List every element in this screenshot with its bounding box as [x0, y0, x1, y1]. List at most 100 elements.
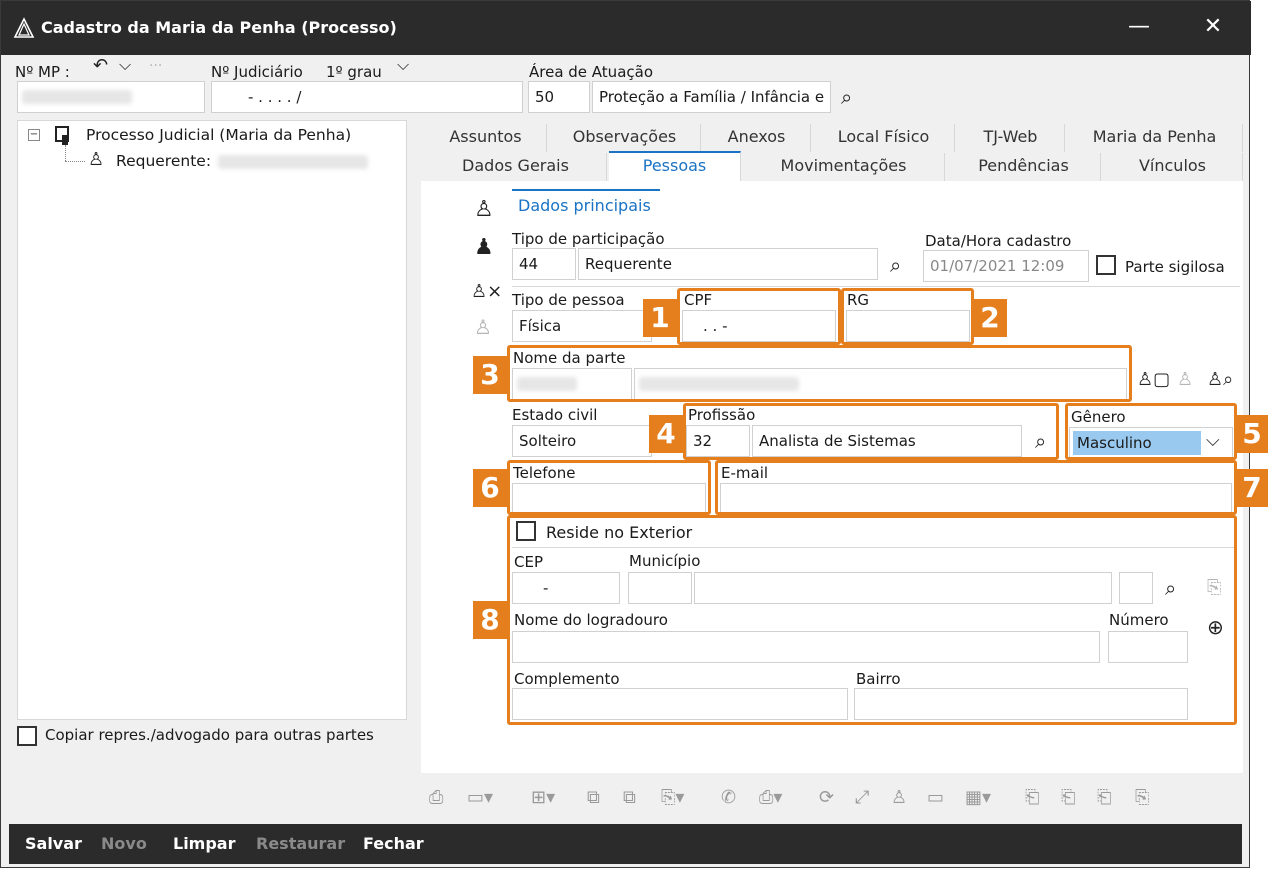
parte-sigilosa-label: Parte sigilosa [1125, 258, 1225, 276]
callout-box-endereco [507, 515, 1237, 725]
callout-7: 7 [1235, 469, 1268, 507]
estado-civil-input[interactable]: Solteiro [512, 425, 652, 457]
area-label: Área de Atuação [529, 63, 653, 81]
participacao-search-icon[interactable]: ⌕ [890, 255, 901, 275]
tab-tj-web[interactable]: TJ-Web [957, 124, 1065, 152]
tree-child-label[interactable]: Requerente: [116, 152, 211, 170]
archive-icon[interactable]: ⎘ [1135, 787, 1149, 808]
mp-input[interactable] [17, 81, 205, 113]
tipo-participacao-label: Tipo de participação [512, 230, 665, 248]
chevron-down-icon[interactable]: ⌵ [119, 57, 131, 73]
window-title: Cadastro da Maria da Penha (Processo) [41, 18, 397, 37]
tree-root-label[interactable]: Processo Judicial (Maria da Penha) [86, 126, 351, 144]
tab-dados-gerais[interactable]: Dados Gerais [425, 153, 607, 181]
move-icon[interactable]: ⧉ [587, 787, 600, 808]
tab-observacoes[interactable]: Observações [549, 124, 701, 152]
phone-icon[interactable]: ✆ [721, 787, 736, 808]
folder-icon[interactable]: ▭▾ [467, 787, 493, 808]
more-icon[interactable]: ··· [149, 59, 162, 73]
callout-8: 8 [473, 601, 507, 639]
callout-box-email [715, 460, 1237, 515]
tree-icon[interactable]: ⊞▾ [531, 787, 555, 808]
title-bar: Cadastro da Maria da Penha (Processo) — … [1, 1, 1251, 55]
fechar-button[interactable]: Fechar [363, 834, 424, 853]
person-icon: ♙ [88, 149, 105, 170]
tree-panel: − Processo Judicial (Maria da Penha) ♙ R… [17, 120, 407, 720]
person-disabled-icon: ♙ [474, 315, 492, 339]
calendar-icon[interactable]: ▦▾ [965, 787, 991, 808]
app-window: Cadastro da Maria da Penha (Processo) — … [0, 0, 1268, 868]
person-edit-icon[interactable]: ♟ [474, 237, 494, 259]
tab-maria-da-penha[interactable]: Maria da Penha [1067, 124, 1243, 152]
doc-clock-icon[interactable]: ⎗ [1061, 787, 1075, 808]
estado-civil-label: Estado civil [512, 406, 598, 424]
doc-icon[interactable]: ⎗ [1025, 787, 1039, 808]
undo-icon[interactable]: ↶ [93, 57, 108, 75]
copy-label: Copiar repres./advogado para outras part… [45, 726, 374, 744]
subtab-dados-principais[interactable]: Dados principais [518, 196, 651, 215]
person-search-icon[interactable]: ♙⌕ [1207, 371, 1233, 389]
tab-movimentacoes[interactable]: Movimentações [743, 153, 945, 181]
add-doc-icon[interactable]: ⎙ [429, 787, 443, 808]
close-button[interactable]: ✕ [1193, 11, 1233, 45]
split-icon[interactable]: ⧉ [623, 787, 636, 808]
parte-sigilosa-checkbox[interactable] [1096, 255, 1116, 275]
grau-label: 1º grau [326, 63, 382, 81]
data-input: 01/07/2021 12:09 [923, 250, 1089, 282]
person-doc-icon[interactable]: ♙ [891, 787, 907, 808]
refresh-icon[interactable]: ⟳ [819, 787, 834, 808]
callout-1: 1 [643, 299, 677, 337]
person-link-icon: ♙ [1177, 369, 1194, 390]
tree-line [65, 161, 85, 162]
divider [512, 286, 1240, 287]
tipo-participacao-code[interactable]: 44 [512, 248, 576, 280]
callout-box-rg [841, 288, 974, 345]
copy-checkbox[interactable] [17, 726, 37, 746]
area-name-input[interactable]: Proteção a Família / Infância e [592, 81, 831, 113]
tab-assuntos[interactable]: Assuntos [425, 124, 547, 152]
salvar-button[interactable]: Salvar [25, 834, 82, 853]
tipo-participacao-name[interactable]: Requerente [578, 248, 878, 280]
tab-local-fisico[interactable]: Local Físico [813, 124, 955, 152]
stack-icon[interactable]: ⎘▾ [661, 787, 684, 808]
tab-vinculos[interactable]: Vínculos [1103, 153, 1243, 181]
callout-box-cpf [677, 288, 841, 345]
grau-chevron-down-icon[interactable]: ⌵ [397, 57, 409, 73]
judiciario-input[interactable]: - . . . . / [211, 81, 523, 113]
area-search-icon[interactable]: ⌕ [841, 87, 852, 107]
tab-anexos[interactable]: Anexos [703, 124, 811, 152]
callout-3: 3 [473, 356, 507, 394]
judiciario-label: Nº Judiciário [211, 63, 303, 81]
limpar-button[interactable]: Limpar [173, 834, 236, 853]
expand-icon[interactable]: ⤢ [855, 787, 869, 808]
print-icon[interactable]: ⎙▾ [759, 787, 782, 808]
tipo-pessoa-input[interactable]: Física [512, 310, 652, 342]
callout-box-genero [1065, 403, 1237, 460]
tab-pessoas[interactable]: Pessoas [609, 151, 741, 181]
callout-box-telefone [507, 460, 711, 515]
subtab-indicator [512, 189, 660, 191]
tipo-pessoa-label: Tipo de pessoa [512, 291, 625, 309]
callout-6: 6 [473, 469, 507, 507]
callout-2: 2 [973, 299, 1007, 337]
area-code-input[interactable]: 50 [528, 81, 590, 113]
footer-bar: Salvar Novo Limpar Restaurar Fechar [9, 824, 1242, 864]
callout-5: 5 [1235, 415, 1268, 453]
callout-4: 4 [649, 415, 683, 453]
tree-line [65, 145, 66, 161]
callout-box-nome [507, 345, 1132, 402]
minimize-button[interactable]: — [1119, 11, 1159, 45]
data-label: Data/Hora cadastro [925, 232, 1072, 250]
callout-box-profissao [683, 403, 1059, 460]
person-id-icon[interactable]: ♙▢ [1137, 371, 1170, 389]
collapse-icon[interactable]: − [28, 129, 40, 141]
doc-add-icon[interactable]: ⎗ [1097, 787, 1111, 808]
folder-time-icon[interactable]: ▭ [927, 787, 944, 808]
person-remove-icon[interactable]: ♙× [471, 283, 502, 301]
mp-label: Nº MP : [15, 63, 70, 81]
novo-button[interactable]: Novo [101, 834, 147, 853]
process-icon [55, 126, 69, 145]
tab-pendencias[interactable]: Pendências [947, 153, 1101, 181]
person-add-icon[interactable]: ♙ [474, 199, 494, 221]
restaurar-button[interactable]: Restaurar [256, 834, 345, 853]
